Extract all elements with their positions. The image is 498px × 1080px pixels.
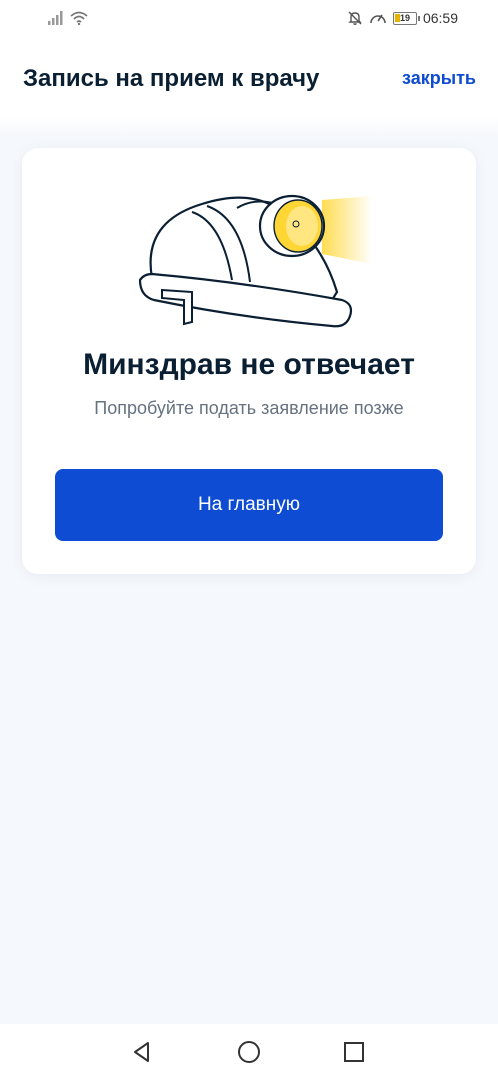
recents-icon[interactable] bbox=[340, 1038, 368, 1066]
header-shadow bbox=[0, 116, 498, 136]
go-home-button[interactable]: На главную bbox=[55, 469, 443, 541]
page-title: Запись на прием к врачу bbox=[23, 65, 320, 92]
status-bar: 19 06:59 bbox=[0, 0, 498, 38]
battery-icon: 19 bbox=[392, 11, 420, 25]
home-icon[interactable] bbox=[235, 1038, 263, 1066]
speedometer-icon bbox=[370, 14, 386, 24]
wifi-icon bbox=[70, 11, 88, 25]
error-subtitle: Попробуйте подать заявление позже bbox=[94, 398, 404, 418]
app-header: Запись на прием к врачу закрыть bbox=[0, 38, 498, 116]
notifications-off-icon bbox=[348, 11, 362, 25]
back-icon[interactable] bbox=[128, 1038, 156, 1066]
system-nav-bar bbox=[0, 1024, 498, 1080]
light-beam bbox=[322, 196, 372, 264]
battery-level: 19 bbox=[399, 12, 410, 23]
status-bar-left bbox=[48, 11, 88, 25]
error-title: Минздрав не отвечает bbox=[83, 348, 415, 381]
helmet-illustration bbox=[138, 194, 372, 328]
close-link[interactable]: закрыть bbox=[402, 68, 476, 89]
status-time: 06:59 bbox=[422, 10, 458, 26]
error-card: Минздрав не отвечает Попробуйте подать з… bbox=[22, 148, 476, 574]
status-bar-right: 19 06:59 bbox=[347, 10, 458, 26]
signal-icon bbox=[48, 11, 63, 25]
